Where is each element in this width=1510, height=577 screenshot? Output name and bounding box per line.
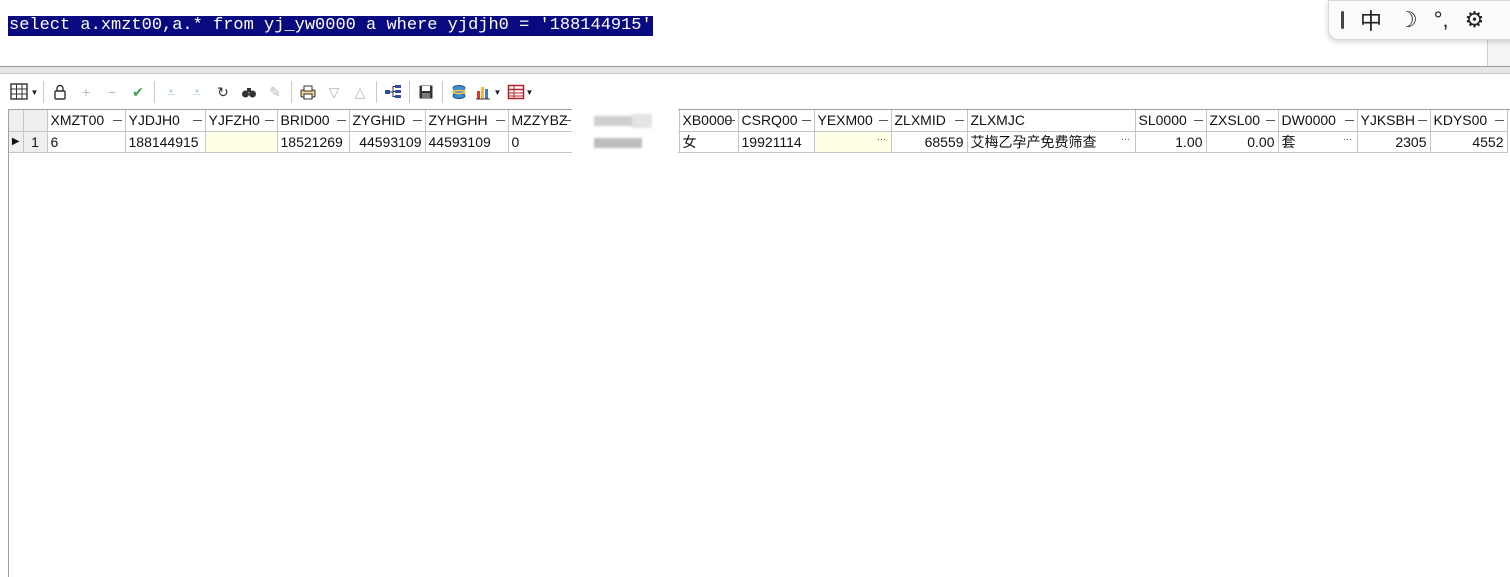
sql-editor[interactable]: select a.xmzt00,a.* from yj_yw0000 a whe… bbox=[0, 0, 1510, 67]
print-icon[interactable] bbox=[295, 80, 321, 104]
table-cell[interactable]: 0.00 bbox=[1206, 131, 1279, 153]
table-cell[interactable]: 1.00 bbox=[1135, 131, 1207, 153]
table-cell[interactable]: 68559 bbox=[891, 131, 968, 153]
add-icon[interactable]: + bbox=[73, 80, 99, 104]
splitter[interactable] bbox=[0, 67, 1510, 74]
column-header[interactable]: KDYS00 bbox=[1430, 110, 1508, 132]
column-header[interactable]: ZLXMID bbox=[891, 110, 968, 132]
column-header[interactable]: SL0000 bbox=[1135, 110, 1207, 132]
column-header[interactable]: YJDJH0 bbox=[125, 110, 206, 132]
toolbar-divider bbox=[376, 81, 377, 103]
ime-toolbar: 中 ☽ °, ⚙ bbox=[1328, 0, 1510, 40]
table-icon[interactable]: ▼ bbox=[504, 80, 536, 104]
table-cell[interactable]: 6 bbox=[47, 131, 126, 153]
find-icon[interactable] bbox=[236, 80, 262, 104]
table-row[interactable]: ▶ 1 6 188144915 18521269 44593109 445931… bbox=[9, 131, 1508, 153]
expand-down-icon[interactable]: ⩡ bbox=[158, 80, 184, 104]
column-header[interactable]: ZXSL00 bbox=[1206, 110, 1279, 132]
toolbar-divider bbox=[409, 81, 410, 103]
tree-icon[interactable] bbox=[380, 80, 406, 104]
column-header[interactable]: YEXM00 bbox=[814, 110, 892, 132]
table-cell[interactable] bbox=[205, 131, 278, 153]
sort-asc-icon[interactable]: △ bbox=[347, 80, 373, 104]
check-icon[interactable]: ✔ bbox=[125, 80, 151, 104]
row-number: 1 bbox=[23, 131, 48, 153]
lock-icon[interactable] bbox=[47, 80, 73, 104]
table-cell[interactable]: 套 bbox=[1278, 131, 1358, 153]
chart-icon[interactable]: ▼ bbox=[472, 80, 504, 104]
column-header[interactable]: ZLXMJC bbox=[967, 110, 1136, 132]
column-header[interactable]: DW0000 bbox=[1278, 110, 1358, 132]
rownum-header bbox=[23, 110, 48, 132]
table-cell[interactable]: 44593109 bbox=[349, 131, 426, 153]
grid-view-icon[interactable]: ▼ bbox=[8, 80, 40, 104]
current-row-indicator-icon: ▶ bbox=[9, 131, 24, 153]
table-cell[interactable]: 0 bbox=[508, 131, 575, 153]
grid-toolbar: ▼ + − ✔ ⩡ ⩡ ↻ ✎ ▽ △ ▼ ▼ bbox=[8, 78, 1510, 106]
column-header[interactable]: MZZYBZ bbox=[508, 110, 575, 132]
column-header[interactable]: ZYHGHH bbox=[425, 110, 509, 132]
moon-icon[interactable]: ☽ bbox=[1398, 7, 1418, 33]
toolbar-divider bbox=[442, 81, 443, 103]
result-grid[interactable]: XMZT00 YJDJH0 YJFZH0 BRID00 ZYGHID ZYHGH… bbox=[8, 109, 1510, 577]
column-header[interactable]: XMZT00 bbox=[47, 110, 126, 132]
table-cell[interactable]: 19921114 bbox=[738, 131, 815, 153]
eraser-icon[interactable]: ✎ bbox=[262, 80, 288, 104]
save-icon[interactable] bbox=[413, 80, 439, 104]
column-header[interactable]: YJKSBH bbox=[1357, 110, 1431, 132]
ime-mode-button[interactable]: 中 bbox=[1360, 4, 1382, 36]
database-icon[interactable] bbox=[446, 80, 472, 104]
sort-desc-icon[interactable]: ▽ bbox=[321, 80, 347, 104]
ime-grip-icon[interactable] bbox=[1341, 11, 1344, 29]
toolbar-divider bbox=[291, 81, 292, 103]
column-header[interactable]: YJFZH0 bbox=[205, 110, 278, 132]
table-cell[interactable]: 188144915 bbox=[125, 131, 206, 153]
column-header[interactable]: XB0000 bbox=[679, 110, 739, 132]
toolbar-divider bbox=[154, 81, 155, 103]
sql-query-text[interactable]: select a.xmzt00,a.* from yj_yw0000 a whe… bbox=[8, 16, 653, 36]
table-cell[interactable]: 2305 bbox=[1357, 131, 1431, 153]
column-header[interactable]: ZYGHID bbox=[349, 110, 426, 132]
table-cell[interactable]: 18521269 bbox=[277, 131, 350, 153]
refresh-icon[interactable]: ↻ bbox=[210, 80, 236, 104]
redacted-area bbox=[572, 108, 678, 158]
column-header[interactable]: CSRQ00 bbox=[738, 110, 815, 132]
header-row: XMZT00 YJDJH0 YJFZH0 BRID00 ZYGHID ZYHGH… bbox=[9, 110, 1508, 132]
punctuation-icon[interactable]: °, bbox=[1434, 7, 1449, 33]
gear-icon[interactable]: ⚙ bbox=[1465, 7, 1485, 33]
table-cell[interactable]: 44593109 bbox=[425, 131, 509, 153]
remove-icon[interactable]: − bbox=[99, 80, 125, 104]
table-cell[interactable]: 4552 bbox=[1430, 131, 1508, 153]
corner-cell bbox=[9, 110, 24, 132]
collapse-down-icon[interactable]: ⩡ bbox=[184, 80, 210, 104]
result-table: XMZT00 YJDJH0 YJFZH0 BRID00 ZYGHID ZYHGH… bbox=[9, 110, 1508, 153]
table-cell[interactable]: 女 bbox=[679, 131, 739, 153]
table-cell[interactable]: 艾梅乙孕产免费筛查 bbox=[967, 131, 1136, 153]
table-cell[interactable] bbox=[814, 131, 892, 153]
toolbar-divider bbox=[43, 81, 44, 103]
column-header[interactable]: BRID00 bbox=[277, 110, 350, 132]
